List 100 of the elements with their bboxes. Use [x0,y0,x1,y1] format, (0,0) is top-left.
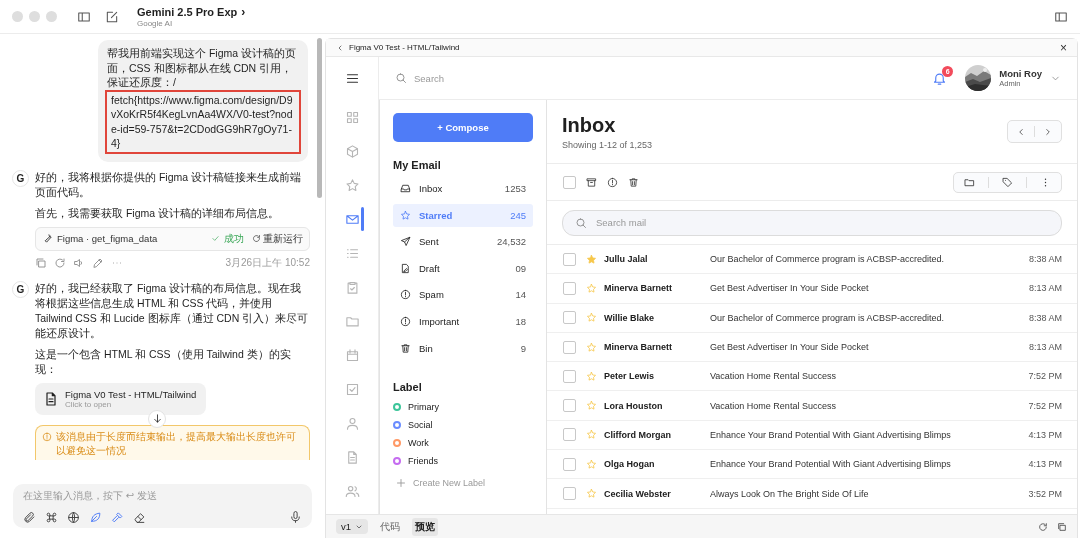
row-checkbox[interactable] [563,457,576,471]
row-checkbox[interactable] [563,399,576,413]
star-icon[interactable] [586,253,597,265]
folder-item[interactable]: Inbox 1253 [393,177,533,200]
row-checkbox[interactable] [563,311,576,325]
email-sender: Jullu Jalal [604,254,649,265]
paperclip-icon[interactable] [23,511,36,524]
email-subject: Our Bachelor of Commerce program is ACBSP-accredited. [710,312,946,323]
checkbox-icon[interactable] [344,381,360,397]
email-row[interactable]: Minerva Barnett Get Best Advertiser In Your Side Pocket 8:13 AM [547,332,1077,363]
email-row[interactable]: Jullu Jalal Our Bachelor of Commerce program is ACBSP-accredited. 8:38 AM [547,245,1077,275]
email-subject: Get Best Advertiser In Your Side Pocket [710,342,870,353]
users-icon[interactable] [344,483,360,499]
grid-icon[interactable] [344,109,360,125]
archive-icon[interactable] [586,176,597,188]
command-key-icon[interactable] [45,511,58,524]
version-select[interactable]: v1 [336,519,369,534]
row-checkbox[interactable] [563,340,576,354]
eraser-icon[interactable] [133,511,146,524]
row-checkbox[interactable] [563,428,576,442]
copy-icon[interactable] [1057,521,1067,532]
chevron-icon[interactable]: › [241,5,246,19]
star-icon[interactable] [344,177,360,193]
view-tab[interactable]: 预览 [412,517,439,536]
rerun-button[interactable]: 重新运行 [252,231,303,246]
hammer-icon[interactable] [111,511,124,524]
email-row[interactable]: Willie Blake Our Bachelor of Commerce program is ACBSP-accredited. 8:38 AM [547,303,1077,333]
star-icon[interactable] [586,312,597,324]
email-row[interactable]: Olga Hogan Enhance Your Brand Potential With Giant Advertising Blimps 4:13 PM [547,450,1077,480]
plus-icon [395,477,407,490]
email-row[interactable]: Clifford Morgan Enhance Your Brand Potential With Giant Advertising Blimps 4:13 PM [547,420,1077,451]
cube-icon[interactable] [344,143,360,159]
email-row[interactable]: Peter Lewis Vacation Home Rental Success 7:52 PM [547,362,1077,392]
star-icon[interactable] [586,458,597,470]
compose-icon[interactable] [105,9,119,24]
star-icon[interactable] [586,488,597,499]
star-icon[interactable] [586,282,597,294]
search-field[interactable]: Search [414,72,534,84]
row-checkbox[interactable] [563,281,576,295]
folder-item[interactable]: Bin 9 [393,336,533,360]
folder-item[interactable]: Sent 24,532 [393,230,533,254]
refresh-icon[interactable] [1038,521,1048,532]
row-checkbox[interactable] [563,252,576,266]
row-checkbox[interactable] [563,369,576,383]
window-control[interactable] [29,11,40,22]
sidebar-icon[interactable] [77,9,91,24]
timestamp: 3月26日上午 10:52 [225,255,310,270]
select-all-checkbox[interactable] [563,175,576,189]
email-sender: Olga Hogan [604,459,656,470]
folder-icon[interactable] [964,176,975,188]
folder-item[interactable]: Starred 245 [393,203,533,227]
email-sender: Minerva Barnett [604,342,674,353]
email-row[interactable]: Cecilia Webster Always Look On The Bright Side Of Life 3:52 PM [547,479,1077,509]
menu-icon[interactable] [344,71,360,86]
sidebar-icon[interactable] [1054,9,1068,24]
label-item[interactable]: Social [408,420,433,431]
folder-item[interactable]: Draft 09 [393,256,533,280]
refresh-icon[interactable] [54,256,66,269]
previous-icon[interactable] [1016,126,1026,137]
window-title[interactable]: Gemini 2.5 Pro Exp [137,6,238,18]
email-time: 8:13 AM [1028,283,1062,294]
star-icon[interactable] [586,370,597,382]
star-icon[interactable] [586,341,597,353]
artifact-card[interactable]: Figma V0 Test - HTML/Tailwind Click to open [35,382,207,415]
calendar-icon[interactable] [344,347,360,363]
scrollbar[interactable] [317,38,322,198]
window-subtitle: Google AI [137,19,174,28]
row-checkbox[interactable] [563,487,576,500]
mail-search-field[interactable]: Search mail [596,217,1049,228]
globe-icon[interactable] [67,511,80,524]
copy-icon[interactable] [35,256,47,269]
email-row[interactable]: Minerva Barnett Get Best Advertiser In Your Side Pocket 8:13 AM [547,274,1077,304]
search-bar[interactable]: Search mail [562,209,1062,236]
label-item[interactable]: Work [408,438,429,449]
bell-icon[interactable] [932,70,948,86]
leaf-icon[interactable] [89,511,102,524]
email-row[interactable]: Lora Houston Vacation Home Rental Success 7:52 PM [547,391,1077,421]
star-icon[interactable] [586,400,597,412]
assistant-avatar: G [12,169,29,187]
warning-text: 该消息由于长度而结束输出，提高最大输出长度也许可以避免这一情况 [56,429,297,458]
window-control[interactable] [46,11,57,22]
trash-icon[interactable] [628,176,639,188]
speaker-icon[interactable] [73,256,85,269]
next-icon[interactable] [1043,126,1053,137]
message-input[interactable]: 在这里输入消息，按下 ↩ 发送 [23,490,302,501]
compose-button[interactable]: + Compose [393,113,533,142]
user-icon[interactable] [344,415,360,431]
label-item[interactable]: Friends [408,456,438,467]
folder-item[interactable]: Spam 14 [393,283,533,307]
close-button[interactable]: × [1060,41,1067,54]
clipboard-icon[interactable] [344,279,360,295]
folder-item[interactable]: Important 18 [393,309,533,333]
pencil-icon[interactable] [92,256,104,269]
tag-icon[interactable] [1002,176,1013,188]
label-item[interactable]: Primary [408,402,439,413]
window-control[interactable] [12,11,23,22]
star-icon[interactable] [586,429,597,441]
view-tab[interactable]: 代码 [377,517,404,536]
back-icon[interactable] [336,43,344,52]
microphone-icon[interactable] [289,511,302,524]
